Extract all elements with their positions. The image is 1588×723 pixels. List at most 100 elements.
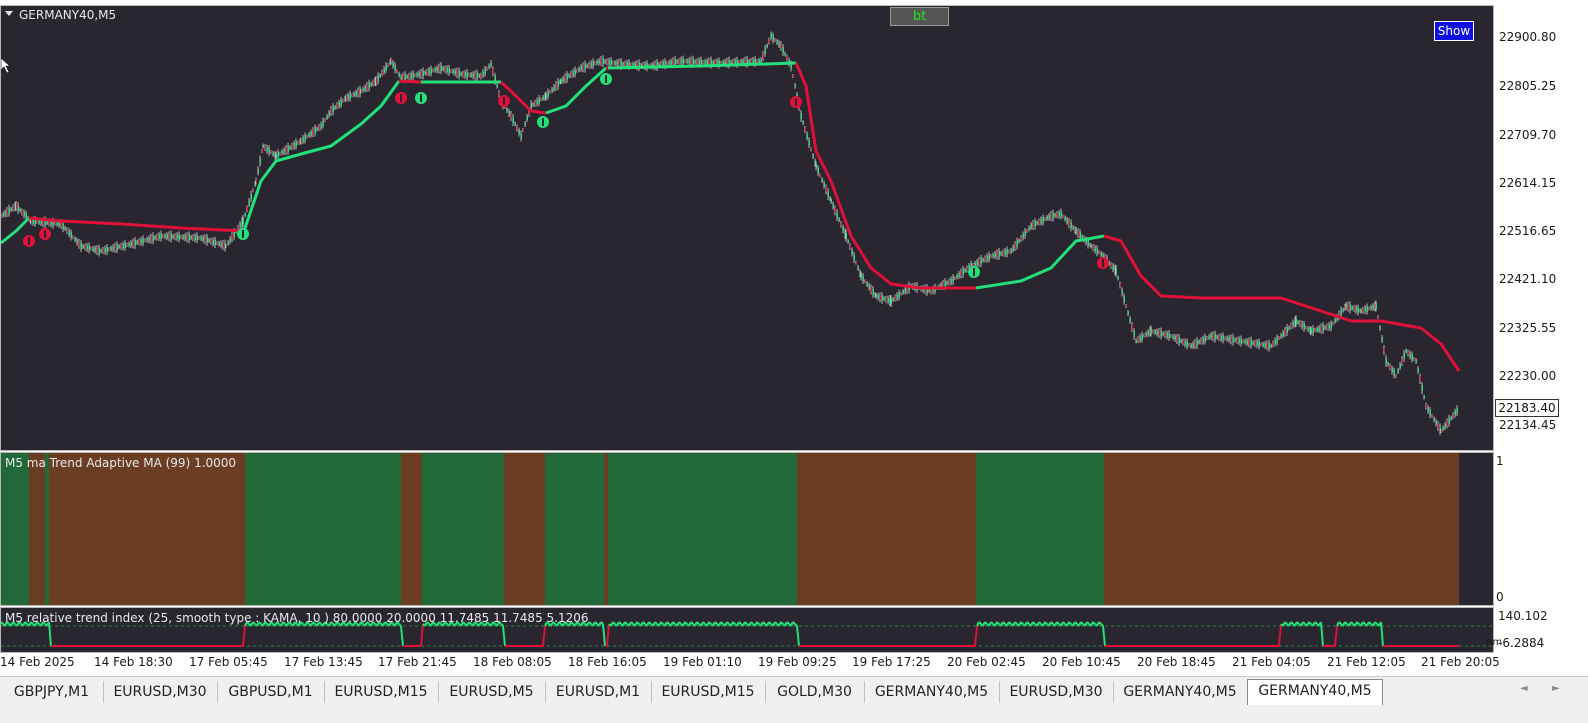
price-axis-label: 22325.55 (1499, 321, 1557, 335)
tab-scroll-left-icon[interactable]: ◄ (1520, 683, 1528, 694)
price-chart-canvas (1, 31, 1461, 436)
trend-state-bar (401, 453, 422, 605)
indicator1-scale-top: 1 (1496, 454, 1504, 468)
chart-tab[interactable]: EURUSD,M30 (103, 681, 218, 703)
time-axis-label: 17 Feb 05:45 (189, 655, 268, 669)
rti-segment (796, 625, 800, 647)
trend-state-bar (604, 453, 608, 605)
chart-tab[interactable]: GERMANY40,M5 (1247, 679, 1383, 705)
price-axis-label: 22230.00 (1499, 369, 1557, 383)
rti-segment (400, 625, 404, 647)
price-axis-label: 22805.25 (1499, 79, 1557, 93)
time-axis-label: 20 Feb 02:45 (947, 655, 1026, 669)
chart-tab[interactable]: EURUSD,M1 (545, 681, 652, 703)
price-chart-pane[interactable]: GERMANY40,M5 (0, 5, 1494, 451)
time-axis-label: 20 Feb 18:45 (1137, 655, 1216, 669)
rti-segment (242, 625, 246, 647)
show-button[interactable]: Show (1434, 21, 1474, 41)
rti-segment (1356, 621, 1360, 625)
rti-segment (732, 621, 736, 625)
trend-state-bar (1, 453, 29, 605)
chart-tab[interactable]: GBPJPY,M1 (0, 681, 104, 703)
bt-button[interactable]: bt (890, 7, 949, 26)
relative-trend-index-label: M5 relative trend index (25, smooth type… (5, 611, 589, 625)
chart-tab[interactable]: EURUSD,M15 (324, 681, 439, 703)
relative-trend-index-pane[interactable]: M5 relative trend index (25, smooth type… (0, 607, 1494, 653)
rti-segment (420, 623, 424, 647)
indicator2-scale-top: 140.102 (1498, 609, 1548, 623)
rti-segment (502, 625, 506, 647)
rti-segment (1062, 621, 1066, 625)
adaptive-ma-line (242, 80, 401, 232)
chart-tab[interactable]: GERMANY40,M5 (1113, 681, 1248, 703)
rti-segment (672, 621, 676, 625)
rti-segment (1074, 621, 1078, 625)
rti-segment (1020, 621, 1024, 625)
rti-segment (600, 621, 604, 625)
indicator2-scale-bottom: -6.2884 (1498, 636, 1545, 650)
rti-segment (744, 621, 748, 625)
trend-ma-indicator-label: M5 ma Trend Adaptive MA (99) 1.0000 (5, 456, 237, 470)
rti-segment (684, 621, 688, 625)
time-axis-label: 14 Feb 2025 (0, 655, 75, 669)
mouse-cursor-icon (1, 57, 11, 74)
price-axis-label: 22900.80 (1499, 30, 1557, 44)
price-candles (1, 31, 1458, 436)
time-axis-label: 19 Feb 17:25 (852, 655, 931, 669)
rti-segment (1080, 621, 1084, 625)
rti-segment (630, 621, 634, 625)
time-axis-label: 17 Feb 13:45 (284, 655, 363, 669)
adaptive-ma-line (794, 62, 976, 290)
rti-segment (1308, 621, 1312, 625)
rti-segment (542, 625, 546, 647)
rti-segment (1, 621, 4, 625)
chart-tab[interactable]: GOLD,M30 (765, 681, 865, 703)
chart-tab[interactable]: GERMANY40,M5 (864, 681, 1000, 703)
rti-segment (974, 625, 978, 647)
trend-state-bar (1104, 453, 1459, 605)
trend-state-bar (245, 453, 401, 605)
indicator2-axis: 140.102 nm -6.2884 (1486, 607, 1564, 653)
price-axis: 22900.80 22805.25 22709.70 22614.15 22516.65… (1494, 5, 1564, 451)
rti-segment (984, 621, 988, 625)
adaptive-ma-line (975, 234, 1105, 290)
rti-segment (794, 623, 798, 627)
rti-segment (1050, 621, 1054, 625)
symbol-dropdown-icon[interactable] (5, 11, 13, 16)
chart-tab[interactable]: EURUSD,M30 (999, 681, 1114, 703)
trend-state-bar (797, 453, 976, 605)
tab-scroll-right-icon[interactable]: ► (1552, 683, 1560, 694)
chart-tab[interactable]: EURUSD,M15 (651, 681, 766, 703)
rti-segment (738, 621, 742, 625)
rti-segment (792, 621, 796, 625)
adaptive-ma-line (398, 79, 422, 84)
current-price-label: 22183.40 (1495, 399, 1559, 417)
chart-tab[interactable]: EURUSD,M5 (438, 681, 546, 703)
rti-segment (1338, 621, 1342, 625)
rti-segment (996, 621, 1000, 625)
chart-symbol-label: GERMANY40,M5 (19, 8, 117, 22)
rti-segment (1032, 621, 1036, 625)
rti-segment (978, 621, 982, 625)
trend-ma-histogram (1, 453, 1459, 605)
rti-segment (1290, 621, 1294, 625)
rti-segment (606, 623, 610, 647)
trend-ma-indicator-pane[interactable]: M5 ma Trend Adaptive MA (99) 1.0000 (0, 452, 1494, 606)
rti-segment (612, 621, 616, 625)
rti-segment (618, 621, 622, 625)
rti-segment (1026, 621, 1030, 625)
rti-segment (726, 621, 730, 625)
rti-segment (756, 621, 760, 625)
rti-segment (1362, 621, 1366, 625)
rti-segment (708, 621, 712, 625)
rti-segment (648, 621, 652, 625)
rti-segment (642, 621, 646, 625)
price-axis-label: 22421.10 (1499, 272, 1557, 286)
rti-segment (1350, 621, 1354, 625)
rti-segment (714, 621, 718, 625)
rti-segment (1284, 621, 1288, 625)
time-axis-label: 18 Feb 08:05 (473, 655, 552, 669)
indicator1-scale-bottom: 0 (1496, 590, 1504, 604)
rti-segment (1314, 621, 1318, 625)
chart-tab[interactable]: GBPUSD,M1 (217, 681, 325, 703)
